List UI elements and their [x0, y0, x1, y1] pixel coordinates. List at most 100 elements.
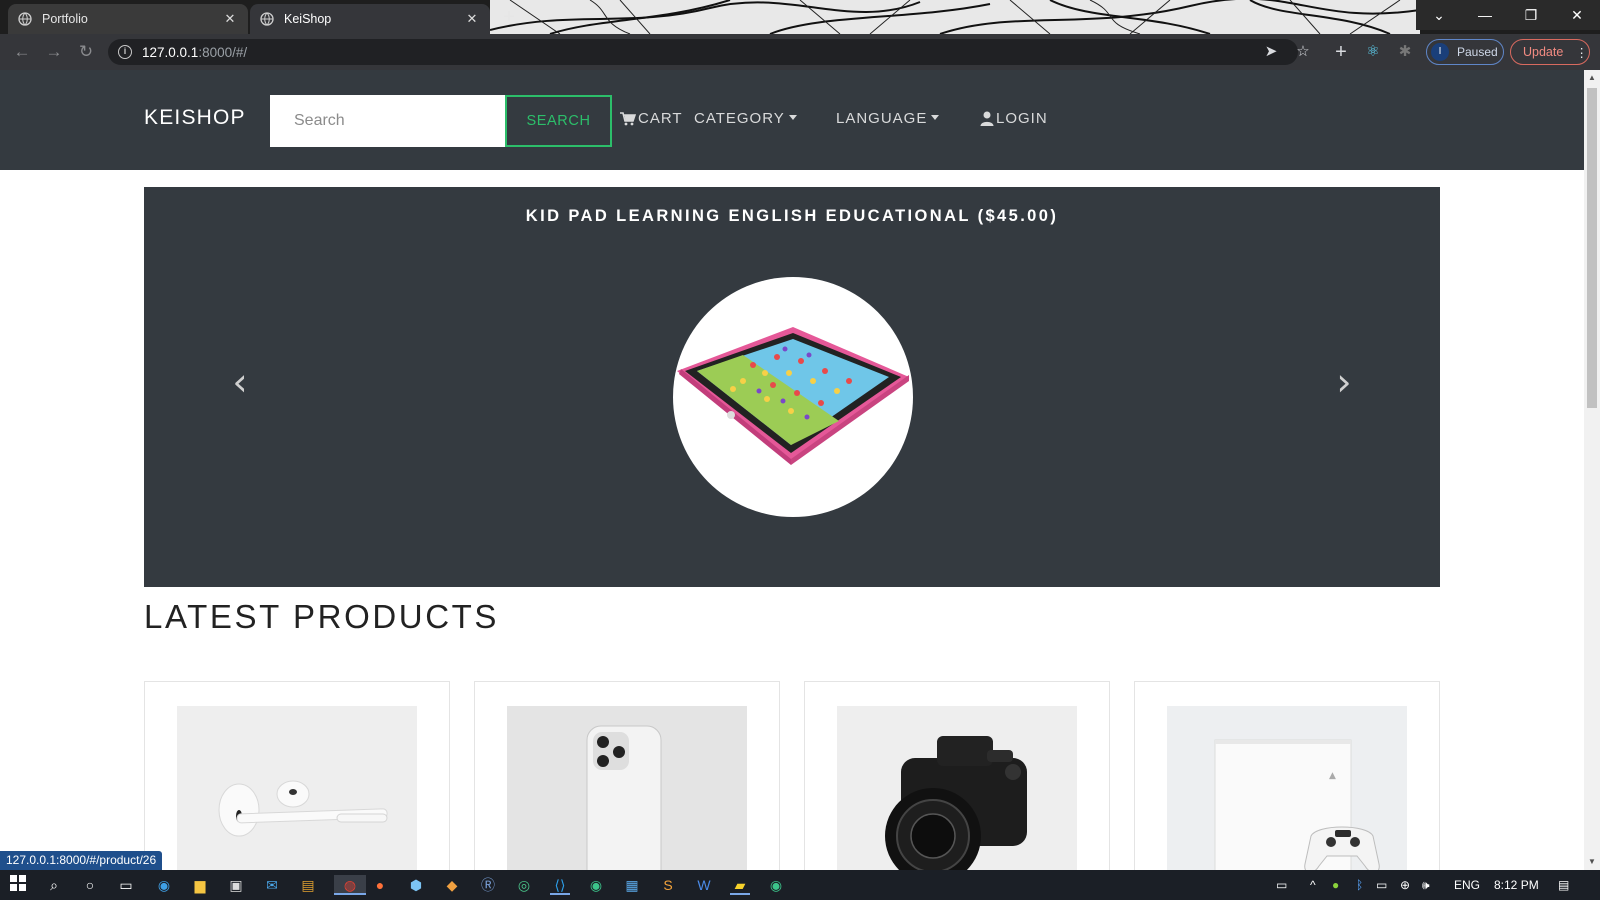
windows-start-icon[interactable] — [8, 875, 28, 895]
product-card[interactable]: ▲ — [1134, 681, 1440, 870]
site-info-icon[interactable]: i — [118, 45, 132, 59]
react-devtools-icon[interactable]: ⚛ — [1364, 43, 1382, 61]
reload-icon[interactable]: ↻ — [76, 42, 96, 62]
back-icon[interactable]: ← — [12, 42, 32, 62]
clock[interactable]: 8:12 PM — [1494, 878, 1539, 892]
product-image-playstation[interactable]: ▲ — [1167, 706, 1407, 870]
firefox-icon[interactable]: ● — [370, 875, 390, 895]
chevron-left-icon[interactable]: ‹ — [228, 363, 252, 401]
star-icon[interactable]: ☆ — [1294, 43, 1312, 61]
caret-down-icon — [788, 115, 797, 120]
tray-app-icon[interactable]: ● — [1332, 878, 1339, 892]
store-icon[interactable]: ▣ — [226, 875, 246, 895]
network-icon[interactable]: ⊕ — [1400, 878, 1410, 892]
language-indicator[interactable]: ENG — [1454, 878, 1480, 892]
close-window-button[interactable]: ✕ — [1554, 0, 1600, 30]
search-input[interactable] — [270, 95, 505, 147]
edge-icon[interactable]: ◉ — [154, 875, 174, 895]
site-navbar: KEISHOP SEARCH CART CATEGORY LANGUAGE LO… — [0, 70, 1584, 170]
send-icon[interactable]: ➤ — [1262, 43, 1280, 61]
notifications-icon[interactable]: ▤ — [1558, 878, 1569, 892]
task-view-icon[interactable]: ▭ — [116, 875, 136, 895]
product-card[interactable] — [144, 681, 450, 870]
camera-image — [837, 706, 1077, 870]
nav-login[interactable]: LOGIN — [980, 110, 1048, 127]
carousel-caption[interactable]: KID PAD LEARNING ENGLISH EDUCATIONAL ($4… — [144, 207, 1440, 226]
product-card[interactable] — [804, 681, 1110, 870]
news-icon[interactable]: ▭ — [1276, 878, 1287, 892]
git-icon[interactable]: ◆ — [442, 875, 462, 895]
forward-icon[interactable]: → — [44, 42, 64, 62]
svg-text:▲: ▲ — [1329, 771, 1336, 781]
url-host: 127.0.0.1 — [142, 44, 199, 60]
scroll-up-icon[interactable]: ▲ — [1584, 70, 1600, 86]
profile-button[interactable]: I Paused — [1426, 39, 1504, 65]
nav-language-dropdown[interactable]: LANGUAGE — [836, 110, 940, 127]
sublime-icon[interactable]: S — [658, 875, 678, 895]
tree-theme-background — [490, 0, 1420, 34]
minimize-button[interactable]: — — [1462, 0, 1508, 30]
profile-status: Paused — [1457, 45, 1498, 59]
nav-login-label: LOGIN — [996, 110, 1048, 127]
close-tab-icon[interactable]: ✕ — [464, 11, 480, 27]
vscode-icon[interactable]: ⟨⟩ — [550, 875, 570, 895]
address-bar[interactable]: i 127.0.0.1:8000/#/ — [108, 39, 1298, 65]
new-tab-button[interactable]: + — [498, 7, 520, 29]
rstudio-icon[interactable]: ◎ — [514, 875, 534, 895]
r-icon[interactable]: Ⓡ — [478, 875, 498, 895]
airpods-image — [177, 706, 417, 870]
volume-icon[interactable]: 🕪 — [1422, 878, 1430, 893]
search-button[interactable]: SEARCH — [505, 95, 612, 147]
close-tab-icon[interactable]: ✕ — [222, 11, 238, 27]
nav-category-label: CATEGORY — [694, 110, 785, 127]
restore-button[interactable]: ❐ — [1508, 0, 1554, 30]
mail-icon[interactable]: ✉ — [262, 875, 282, 895]
avatar: I — [1431, 43, 1449, 61]
file-explorer-icon[interactable]: ▆ — [190, 875, 210, 895]
product-image-camera[interactable] — [837, 706, 1077, 870]
menu-icon: ⋮ — [1575, 45, 1588, 60]
app-icon-blue[interactable]: ▦ — [622, 875, 642, 895]
extensions-icon[interactable]: ✱ — [1396, 43, 1414, 61]
page-scrollbar[interactable]: ▲ ▼ — [1584, 70, 1600, 870]
product-image-iphone[interactable] — [507, 706, 747, 870]
windows-taskbar: ⌕ ○ ▭ ◉ ▆ ▣ ✉ ▤ ◍ ● ⬢ ◆ Ⓡ ◎ ⟨⟩ ◉ ▦ S W ▰… — [0, 870, 1600, 900]
battery-icon[interactable]: ▭ — [1376, 878, 1387, 892]
update-button[interactable]: Update ⋮ — [1510, 39, 1590, 65]
nav-language-label: LANGUAGE — [836, 110, 928, 127]
playstation-image: ▲ — [1167, 706, 1407, 870]
tab-title: KeiShop — [284, 12, 332, 26]
chrome-icon[interactable]: ◍ — [334, 875, 366, 895]
update-label: Update — [1523, 45, 1564, 59]
globe-icon — [18, 12, 32, 26]
featured-product-image[interactable] — [673, 277, 913, 517]
word-icon[interactable]: W — [694, 875, 714, 895]
bluetooth-icon[interactable]: ᛒ — [1356, 878, 1363, 892]
cortana-icon[interactable]: ○ — [80, 875, 100, 895]
scrollbar-thumb[interactable] — [1587, 88, 1597, 408]
browser-tab-strip: Portfolio ✕ KeiShop ✕ + ⌄ — ❐ ✕ — [0, 0, 1600, 34]
search-icon[interactable]: ⌕ — [44, 875, 64, 895]
app-icon-green[interactable]: ◉ — [586, 875, 606, 895]
virtualbox-icon[interactable]: ⬢ — [406, 875, 426, 895]
product-image-airpods[interactable] — [177, 706, 417, 870]
tab-search-icon[interactable]: ⌄ — [1416, 0, 1462, 30]
tab-keishop[interactable]: KeiShop ✕ — [250, 4, 490, 34]
link-status-bubble: 127.0.0.1:8000/#/product/26 — [0, 851, 163, 870]
chevron-right-icon[interactable]: › — [1332, 363, 1356, 401]
brand-logo[interactable]: KEISHOP — [144, 106, 246, 130]
add-icon[interactable]: + — [1332, 42, 1350, 62]
chevron-up-icon[interactable]: ^ — [1310, 878, 1316, 892]
nav-cart[interactable]: CART — [620, 110, 683, 127]
cart-icon — [620, 111, 636, 125]
scroll-down-icon[interactable]: ▼ — [1584, 854, 1600, 870]
product-card[interactable] — [474, 681, 780, 870]
featured-carousel: KID PAD LEARNING ENGLISH EDUCATIONAL ($4… — [144, 187, 1440, 587]
app-icon-green-2[interactable]: ◉ — [766, 875, 786, 895]
tab-portfolio[interactable]: Portfolio ✕ — [8, 4, 248, 34]
nav-category-dropdown[interactable]: CATEGORY — [694, 110, 797, 127]
latest-products-heading: LATEST PRODUCTS — [144, 598, 499, 635]
app-icon[interactable]: ▤ — [298, 875, 318, 895]
sticky-notes-icon[interactable]: ▰ — [730, 875, 750, 895]
globe-icon — [260, 12, 274, 26]
